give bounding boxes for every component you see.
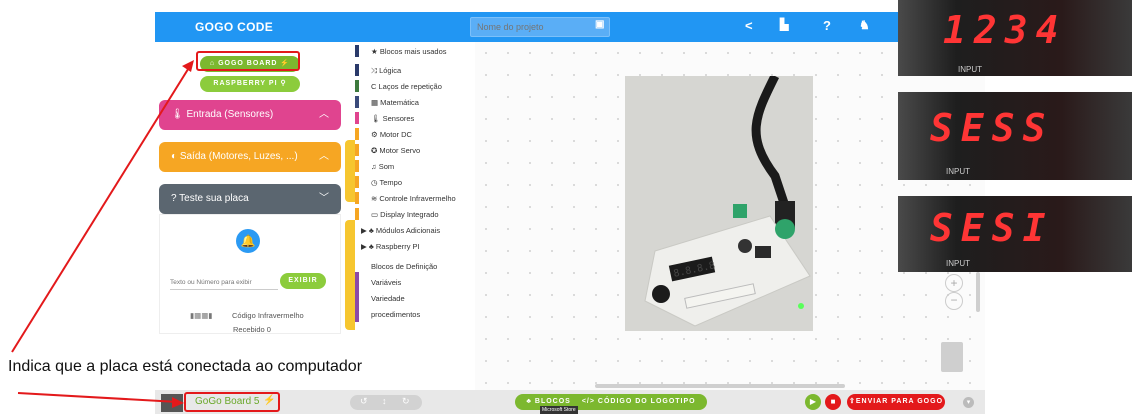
annotation-caption: Indica que a placa está conectada ao com…	[8, 358, 363, 375]
annotation-arrows	[11, 60, 194, 408]
